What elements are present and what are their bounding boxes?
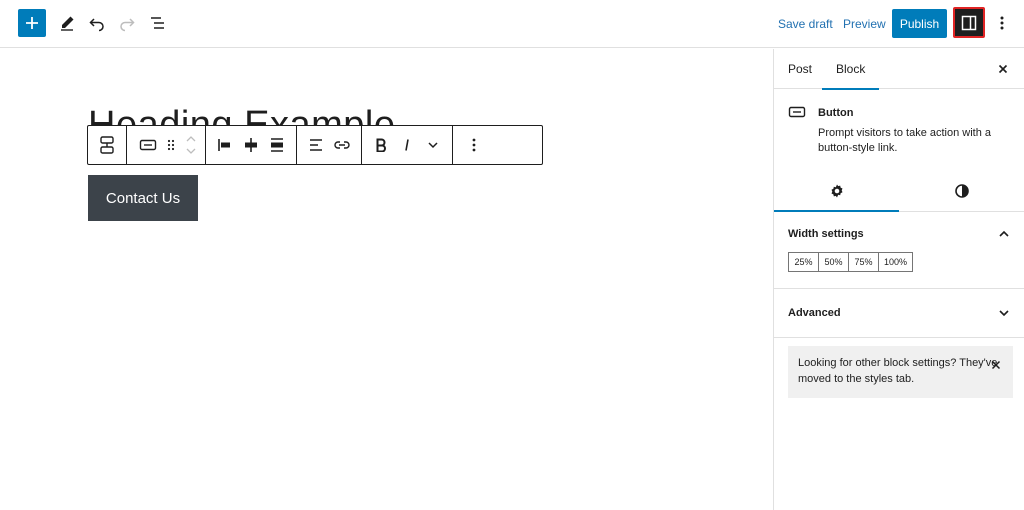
justify-stretch-button[interactable] — [264, 130, 290, 160]
undo-icon — [89, 18, 104, 32]
bold-icon — [376, 138, 386, 152]
move-down-button[interactable] — [183, 145, 199, 157]
list-view-button[interactable] — [145, 10, 171, 36]
block-card-icon-wrap — [788, 105, 806, 124]
editor-canvas: Heading Example — [0, 49, 773, 510]
preview-button[interactable]: Preview — [843, 17, 886, 31]
block-inspector-tabs — [774, 171, 1024, 212]
move-up-icon — [186, 136, 196, 142]
link-button[interactable] — [329, 130, 355, 160]
width-option-25[interactable]: 25% — [788, 252, 819, 272]
list-view-icon — [151, 17, 164, 29]
italic-button[interactable] — [394, 130, 420, 160]
dismiss-notice-button[interactable] — [989, 358, 1003, 372]
width-option-75[interactable]: 75% — [848, 252, 879, 272]
tab-block[interactable]: Block — [821, 49, 880, 90]
move-down-icon — [186, 148, 196, 154]
width-button-group: 25% 50% 75% 100% — [788, 252, 1024, 272]
redo-icon — [120, 18, 135, 32]
undo-button[interactable] — [84, 10, 110, 36]
block-toolbar — [87, 125, 543, 165]
button-block-icon — [788, 106, 806, 118]
button-block-icon — [139, 139, 157, 151]
editor-top-bar: Save draft Preview Publish — [0, 0, 1024, 48]
width-settings-title: Width settings — [788, 228, 864, 240]
tools-button[interactable] — [54, 10, 80, 36]
block-card: Button Prompt visitors to take action wi… — [774, 89, 1024, 171]
tab-post[interactable]: Post — [788, 49, 812, 89]
sidebar-tabs: Post Block — [774, 49, 1024, 90]
close-icon — [998, 64, 1008, 74]
plus-icon — [26, 17, 38, 29]
more-vertical-icon — [1000, 16, 1004, 30]
justify-center-icon — [245, 138, 257, 152]
styles-contrast-icon — [954, 184, 969, 198]
advanced-title: Advanced — [788, 307, 841, 319]
justify-left-button[interactable] — [212, 130, 238, 160]
width-option-100[interactable]: 100% — [878, 252, 913, 272]
tab-settings[interactable] — [774, 171, 899, 212]
block-card-description: Prompt visitors to take action with a bu… — [818, 127, 992, 154]
width-settings-toggle[interactable]: Width settings — [774, 212, 1024, 256]
drag-handle-icon — [167, 139, 175, 151]
drag-handle[interactable] — [161, 130, 181, 160]
notice-text: Looking for other block settings? They'v… — [798, 357, 998, 385]
options-button[interactable] — [992, 12, 1012, 34]
move-up-button[interactable] — [183, 133, 199, 145]
block-movers — [181, 130, 201, 160]
align-icon — [310, 139, 322, 151]
styles-moved-notice: Looking for other block settings? They'v… — [788, 346, 1013, 398]
bold-button[interactable] — [368, 130, 394, 160]
redo-button[interactable] — [114, 10, 140, 36]
block-options-icon — [472, 138, 476, 152]
contact-us-button-block[interactable]: Contact Us — [88, 175, 198, 221]
advanced-toggle[interactable]: Advanced — [774, 289, 1024, 337]
text-align-button[interactable] — [303, 130, 329, 160]
transform-button[interactable] — [94, 130, 120, 160]
italic-icon — [405, 139, 409, 151]
publish-button[interactable]: Publish — [892, 9, 947, 38]
more-options-chevron-icon — [428, 142, 438, 149]
transform-icon — [100, 136, 114, 154]
justify-stretch-icon — [271, 138, 283, 152]
settings-toggle-button[interactable] — [953, 7, 985, 38]
chevron-up-icon — [999, 230, 1009, 237]
link-icon — [334, 141, 350, 149]
block-card-title: Button — [818, 107, 854, 119]
close-sidebar-button[interactable] — [994, 60, 1012, 78]
more-formatting-button[interactable] — [420, 130, 446, 160]
width-settings-panel: Width settings 25% 50% 75% 100% — [774, 212, 1024, 289]
justify-center-button[interactable] — [238, 130, 264, 160]
advanced-panel: Advanced — [774, 289, 1024, 338]
block-options-button[interactable] — [461, 130, 487, 160]
save-draft-button[interactable]: Save draft — [778, 17, 833, 31]
block-type-button[interactable] — [135, 130, 161, 160]
pencil-icon — [61, 16, 74, 31]
add-block-button[interactable] — [18, 9, 46, 37]
settings-sidebar: Post Block Button Prompt visitors to tak… — [773, 49, 1024, 510]
close-icon — [991, 360, 1001, 370]
settings-gear-icon — [831, 184, 842, 198]
chevron-down-icon — [999, 310, 1009, 317]
width-option-50[interactable]: 50% — [818, 252, 849, 272]
sidebar-toggle-icon — [961, 15, 977, 30]
justify-left-icon — [218, 139, 230, 151]
tab-styles[interactable] — [899, 171, 1024, 211]
